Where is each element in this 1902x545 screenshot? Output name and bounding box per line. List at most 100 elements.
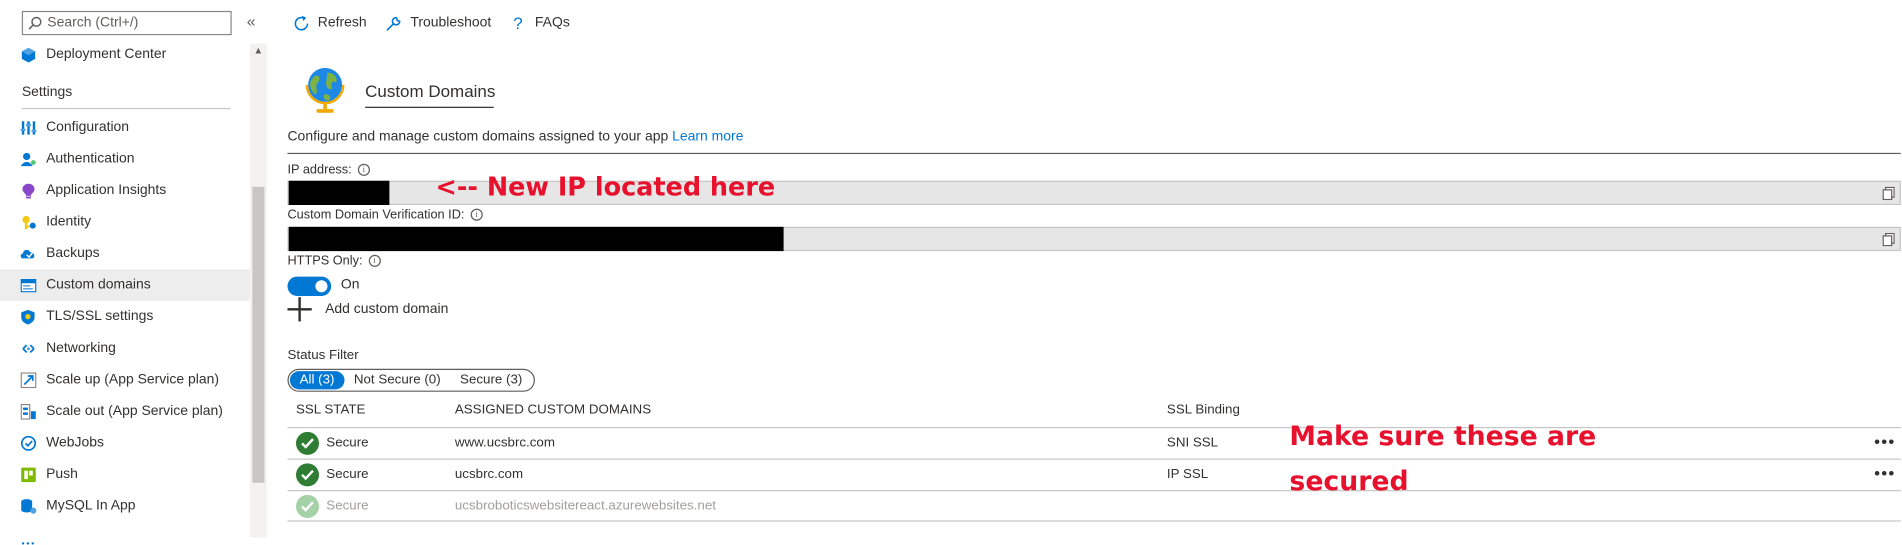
globe-icon <box>305 67 345 113</box>
sidebar-item-application-insights[interactable]: Application Insights <box>0 175 250 207</box>
sidebar-item-label: Scale up (App Service plan) <box>46 372 220 387</box>
https-only-toggle[interactable] <box>287 276 332 296</box>
sidebar-scrollbar[interactable]: ▲ <box>249 43 267 538</box>
table-row[interactable]: Secure www.ucsbrc.com SNI SSL ••• <box>287 426 1901 459</box>
verification-id-label-text: Custom Domain Verification ID: <box>287 207 465 222</box>
secure-annotation: Make sure these are secured <box>1289 422 1597 498</box>
sidebar-item-scale-out[interactable]: Scale out (App Service plan) <box>0 395 250 427</box>
ip-address-label: IP address: i <box>287 162 370 178</box>
info-icon[interactable]: i <box>470 208 483 221</box>
sidebar-item-configuration[interactable]: Configuration <box>0 112 250 144</box>
sidebar-item-networking[interactable]: Networking <box>0 332 250 364</box>
scale-up-icon <box>19 371 36 388</box>
authentication-icon <box>19 150 36 167</box>
page-description: Configure and manage custom domains assi… <box>287 130 743 145</box>
sidebar-item-label: Configuration <box>46 120 130 135</box>
search-input[interactable] <box>47 15 230 31</box>
toggle-knob <box>315 280 328 293</box>
sidebar-item-push[interactable]: Push <box>0 459 250 491</box>
sidebar-item-label: Deployment Center <box>46 47 167 62</box>
application-insights-icon <box>19 182 36 199</box>
identity-icon <box>19 213 36 230</box>
sidebar-item-authentication[interactable]: Authentication <box>0 143 250 175</box>
learn-more-link[interactable]: Learn more <box>672 130 743 145</box>
column-header-ssl-binding: SSL Binding <box>1166 402 1240 418</box>
copy-icon[interactable] <box>1882 232 1895 247</box>
check-circle-icon <box>295 494 320 518</box>
sidebar-item-custom-domains[interactable]: Custom domains <box>0 269 250 301</box>
sidebar-item-backups[interactable]: Backups <box>0 238 250 270</box>
domain-name: ucsbroboticswebsitereact.azurewebsites.n… <box>454 498 716 514</box>
troubleshoot-button[interactable]: Troubleshoot <box>384 13 491 32</box>
column-header-ssl-state: SSL STATE <box>295 402 366 418</box>
sidebar-item-identity[interactable]: Identity <box>0 206 250 238</box>
copy-icon[interactable] <box>1882 186 1895 201</box>
sidebar-item-more[interactable] <box>0 522 250 545</box>
sidebar-item-label: Scale out (App Service plan) <box>46 403 223 419</box>
column-header-domains: ASSIGNED CUSTOM DOMAINS <box>454 402 652 418</box>
faqs-button[interactable]: ? FAQs <box>508 13 570 32</box>
verification-id-label: Custom Domain Verification ID: i <box>287 207 483 222</box>
sidebar-item-label: Authentication <box>46 151 135 167</box>
description-divider <box>287 152 1901 155</box>
ssl-binding: SNI SSL <box>1166 435 1219 451</box>
ssl-binding: IP SSL <box>1166 467 1209 482</box>
row-more-button[interactable]: ••• <box>1874 463 1895 482</box>
sidebar-item-deployment-center[interactable]: Deployment Center <box>0 39 250 71</box>
ssl-state: Secure <box>326 435 369 451</box>
redacted-value <box>288 180 390 205</box>
ssl-state: Secure <box>326 467 369 482</box>
table-row[interactable]: Secure ucsbroboticswebsitereact.azureweb… <box>287 490 1901 522</box>
sidebar-item-label: Application Insights <box>46 183 167 198</box>
sidebar-item-tls-ssl[interactable]: TLS/SSL settings <box>0 301 250 333</box>
filter-all[interactable]: All (3) <box>289 371 345 390</box>
overflow-icon <box>19 529 36 545</box>
sidebar-item-label: Backups <box>46 246 100 261</box>
refresh-label: Refresh <box>317 15 367 31</box>
redacted-value <box>288 226 784 252</box>
info-icon[interactable]: i <box>368 254 381 267</box>
question-icon: ? <box>513 13 523 33</box>
page-title: Custom Domains <box>365 81 496 101</box>
info-icon[interactable]: i <box>357 163 370 176</box>
sidebar-item-label: Push <box>46 467 78 482</box>
sidebar: « Deployment Center Settings Configurati… <box>0 0 270 545</box>
faqs-label: FAQs <box>534 15 570 31</box>
refresh-button[interactable]: Refresh <box>291 13 367 32</box>
https-only-label: HTTPS Only: i <box>287 253 381 269</box>
description-text: Configure and manage custom domains assi… <box>287 129 669 145</box>
table-row[interactable]: Secure ucsbrc.com IP SSL ••• <box>287 458 1901 491</box>
sidebar-item-scale-up[interactable]: Scale up (App Service plan) <box>0 364 250 396</box>
sidebar-item-mysql-in-app[interactable]: MySQL In App <box>0 490 250 522</box>
row-more-button[interactable]: ••• <box>1874 432 1895 451</box>
https-only-state: On <box>340 277 360 293</box>
deployment-center-icon <box>19 46 36 63</box>
verification-id-field[interactable] <box>287 226 1901 252</box>
sidebar-item-label: TLS/SSL settings <box>46 309 154 324</box>
sidebar-item-label: WebJobs <box>46 435 104 451</box>
scroll-up-arrow-icon[interactable]: ▲ <box>250 44 267 59</box>
section-divider <box>21 107 231 110</box>
search-icon <box>28 16 42 30</box>
collapse-sidebar-button[interactable]: « <box>241 12 260 31</box>
domain-name: www.ucsbrc.com <box>454 435 555 451</box>
sidebar-item-label: Networking <box>46 340 116 356</box>
sidebar-nav: Deployment Center Settings Configuration… <box>0 39 250 545</box>
filter-secure[interactable]: Secure (3) <box>450 371 532 389</box>
domain-name: ucsbrc.com <box>454 467 524 482</box>
sidebar-item-label: Identity <box>46 214 92 230</box>
settings-section-header: Settings <box>21 84 73 100</box>
filter-not-secure[interactable]: Not Secure (0) <box>344 371 450 389</box>
add-custom-domain-button[interactable]: Add custom domain <box>287 297 448 322</box>
custom-domains-icon <box>19 277 36 294</box>
scale-out-icon <box>19 403 36 420</box>
sidebar-item-webjobs[interactable]: WebJobs <box>0 427 250 459</box>
backups-icon <box>19 245 36 262</box>
plus-icon <box>287 297 312 322</box>
mysql-icon <box>19 497 36 514</box>
sidebar-item-label: MySQL In App <box>46 498 136 514</box>
ip-address-label-text: IP address: <box>287 162 352 178</box>
search-box[interactable] <box>21 10 232 36</box>
scroll-thumb[interactable] <box>252 186 265 483</box>
https-only-label-text: HTTPS Only: <box>287 253 363 269</box>
